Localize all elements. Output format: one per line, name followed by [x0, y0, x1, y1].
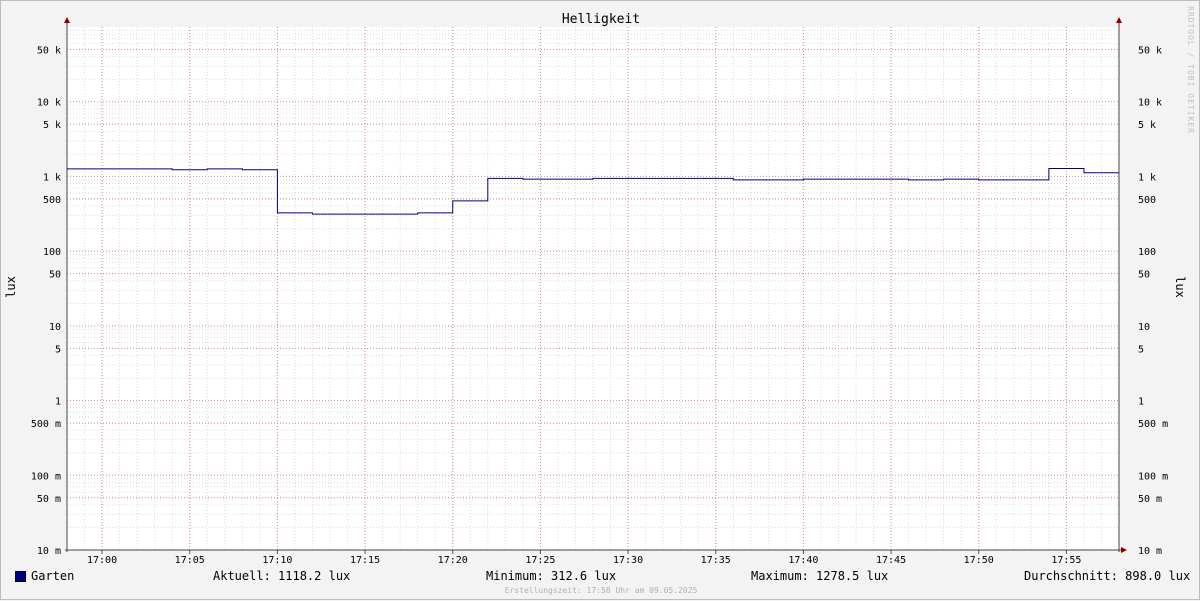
x-tick-label: 17:10: [262, 555, 292, 566]
y-tick-label-right: 1 k: [1138, 172, 1156, 183]
y-tick-label-right: 100: [1138, 247, 1156, 258]
y-tick-label-right: 500 m: [1138, 419, 1168, 430]
y-tick-label-right: 50 m: [1138, 494, 1162, 505]
y-tick-label-left: 1 k: [43, 172, 61, 183]
y-tick-label-left: 100 m: [31, 471, 61, 482]
y-axis-arrow-right: [1116, 17, 1122, 23]
y-tick-label-right: 10 m: [1138, 546, 1162, 557]
stat-minimum: Minimum: 312.6 lux: [486, 569, 617, 583]
y-tick-label-right: 100 m: [1138, 471, 1168, 482]
legend-swatch: [15, 571, 26, 582]
x-tick-label: 17:00: [87, 555, 117, 566]
grid: [66, 27, 1120, 551]
x-tick-label: 17:30: [613, 555, 643, 566]
stat-maximum: Maximum: 1278.5 lux: [751, 569, 889, 583]
x-tick-label: 17:45: [876, 555, 906, 566]
y-tick-label-right: 5: [1138, 344, 1144, 355]
x-tick-label: 17:25: [525, 555, 555, 566]
y-tick-label-left: 50 k: [37, 45, 61, 56]
x-axis-arrow: [1121, 547, 1127, 553]
stat-average: Durchschnitt: 898.0 lux: [1024, 569, 1191, 583]
y-tick-label-right: 10: [1138, 322, 1150, 333]
y-tick-label-left: 5: [55, 344, 61, 355]
chart-panel: Helligkeit lux lux RRDTOOL / TOBI OETIKE…: [0, 0, 1200, 600]
y-tick-label-right: 10 k: [1138, 98, 1162, 109]
x-tick-label: 17:20: [438, 555, 468, 566]
y-tick-label-right: 50: [1138, 270, 1150, 281]
legend-series-name: Garten: [31, 569, 75, 583]
stat-current: Aktuell: 1118.2 lux: [213, 569, 351, 583]
y-tick-label-left: 50: [49, 270, 61, 281]
y-tick-label-left: 10 k: [37, 98, 61, 109]
y-tick-label-left: 10: [49, 322, 61, 333]
y-tick-label-left: 10 m: [37, 546, 61, 557]
chart-plot: 50 k 50 k 10 k 10 k 5 k 5 k 1 k 1 k 500 500 100 100…: [31, 17, 1168, 566]
y-tick-label-left: 100: [43, 247, 61, 258]
x-tick-label: 17:35: [701, 555, 731, 566]
x-tick-label: 17:15: [350, 555, 380, 566]
y-axis-arrow-left: [64, 17, 70, 23]
y-tick-label-right: 500: [1138, 195, 1156, 206]
y-tick-label-right: 5 k: [1138, 120, 1156, 131]
x-tick-label: 17:50: [964, 555, 994, 566]
x-tick-label: 17:55: [1051, 555, 1081, 566]
x-tick-label: 17:05: [175, 555, 205, 566]
x-tick-label: 17:40: [788, 555, 818, 566]
y-tick-label-left: 5 k: [43, 120, 61, 131]
y-tick-label-left: 1: [55, 397, 61, 408]
y-tick-label-left: 500: [43, 195, 61, 206]
y-tick-label-left: 50 m: [37, 494, 61, 505]
y-tick-label-left: 500 m: [31, 419, 61, 430]
creation-time: Erstellungszeit: 17:58 Uhr am 09.05.2025: [504, 586, 698, 595]
y-tick-label-right: 1: [1138, 397, 1144, 408]
y-tick-label-right: 50 k: [1138, 45, 1162, 56]
